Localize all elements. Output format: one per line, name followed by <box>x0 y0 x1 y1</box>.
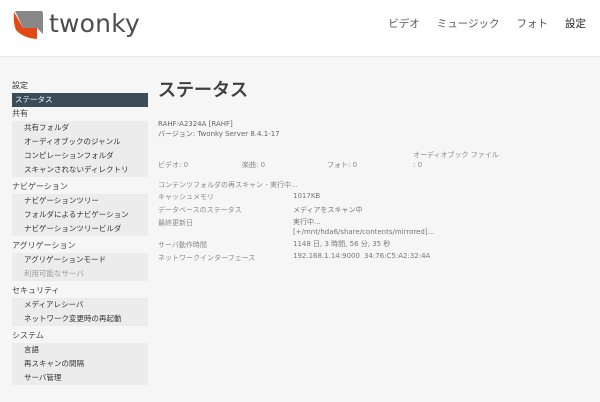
device-name: RAHF-A2324A [RAHF] <box>158 120 233 128</box>
sidebar-item-unscanned-dirs[interactable]: スキャンされないディレクトリ <box>12 163 148 177</box>
sidebar-section-system: システム <box>12 331 44 340</box>
uptime-label: サーバ動作時間 <box>158 241 207 249</box>
sidebar-section-sharing: 共有 <box>12 109 28 118</box>
sidebar-section-settings: 設定 <box>12 81 28 90</box>
cache-label: キャッシュメモリ <box>158 193 214 201</box>
sidebar-item-audiobook-genre[interactable]: オーディオブックのジャンル <box>12 135 148 149</box>
music-count: 楽曲: 0 <box>242 161 266 169</box>
last-update-value: 実行中... <box>293 218 321 226</box>
logo-text[interactable]: twonky <box>49 9 140 38</box>
sidebar-item-compilation-folder[interactable]: コンピレーションフォルダ <box>12 149 148 163</box>
nav-music[interactable]: ミュージック <box>437 16 500 31</box>
twonky-logo-icon[interactable] <box>11 8 45 42</box>
photo-count: フォト: 0 <box>327 161 358 169</box>
server-version: バージョン: Twonky Server 8.4.1-17 <box>158 130 280 138</box>
sidebar-item-language[interactable]: 言語 <box>12 343 148 357</box>
sidebar-section-navigation: ナビゲーション <box>12 182 68 191</box>
video-count: ビデオ: 0 <box>158 161 189 169</box>
status-panel: ステータス RAHF-A2324A [RAHF] バージョン: Twonky S… <box>158 79 588 262</box>
last-update-label: 最終更新日 <box>158 219 193 227</box>
sidebar-item-nav-tree[interactable]: ナビゲーションツリー <box>12 194 148 208</box>
sidebar-item-server-admin[interactable]: サーバ管理 <box>12 371 148 385</box>
audiobook-count: : 0 <box>413 161 423 169</box>
main-area: 設定 ステータス 共有 共有フォルダ オーディオブックのジャンル コンピレーショ… <box>0 57 600 402</box>
sidebar-item-available-servers: 利用可能なサーバ <box>12 267 148 281</box>
sidebar-item-nav-tree-builder[interactable]: ナビゲーションツリービルダ <box>12 222 148 236</box>
sidebar-section-aggregation: アグリゲーション <box>12 241 76 250</box>
sidebar-item-restart-on-network-change[interactable]: ネットワーク変更時の再起動 <box>12 312 148 326</box>
top-nav: ビデオ ミュージック フォト 設定 <box>388 16 586 31</box>
nav-photo[interactable]: フォト <box>517 16 549 31</box>
sidebar-item-rescan-interval[interactable]: 再スキャンの間隔 <box>12 357 148 371</box>
sidebar-item-status[interactable]: ステータス <box>12 93 148 107</box>
page-title: ステータス <box>158 80 248 101</box>
db-status-value: メディアをスキャン中 <box>293 206 363 214</box>
network-ip: 192.168.1.14:9000 <box>293 252 360 260</box>
sidebar-section-security: セキュリティ <box>12 286 60 295</box>
cache-value: 1017KB <box>293 192 321 200</box>
uptime-value: 1148 日, 3 時間, 56 分, 35 秒 <box>293 240 391 248</box>
network-interface-label: ネットワークインターフェース <box>158 254 256 262</box>
sidebar-item-folder-nav[interactable]: フォルダによるナビゲーション <box>12 208 148 222</box>
network-mac: 34:76:C5:A2:32:4A <box>364 252 431 260</box>
sidebar-item-media-receivers[interactable]: メディアレシーバ <box>12 298 148 312</box>
audiobook-label: オーディオブック ファイル <box>413 151 499 159</box>
last-update-path: [+/mnt/hda6/share/contents/mirrored]... <box>293 228 435 236</box>
nav-video[interactable]: ビデオ <box>388 16 420 31</box>
db-status-label: データベースのステータス <box>158 206 242 214</box>
rescan-status: コンテンツフォルダの再スキャン - 実行中... <box>158 181 298 189</box>
header: twonky ビデオ ミュージック フォト 設定 <box>0 0 600 57</box>
sidebar-item-aggregation-mode[interactable]: アグリゲーションモード <box>12 253 148 267</box>
nav-settings[interactable]: 設定 <box>565 16 586 31</box>
sidebar: 設定 ステータス 共有 共有フォルダ オーディオブックのジャンル コンピレーショ… <box>12 79 148 385</box>
sidebar-item-shared-folders[interactable]: 共有フォルダ <box>12 121 148 135</box>
